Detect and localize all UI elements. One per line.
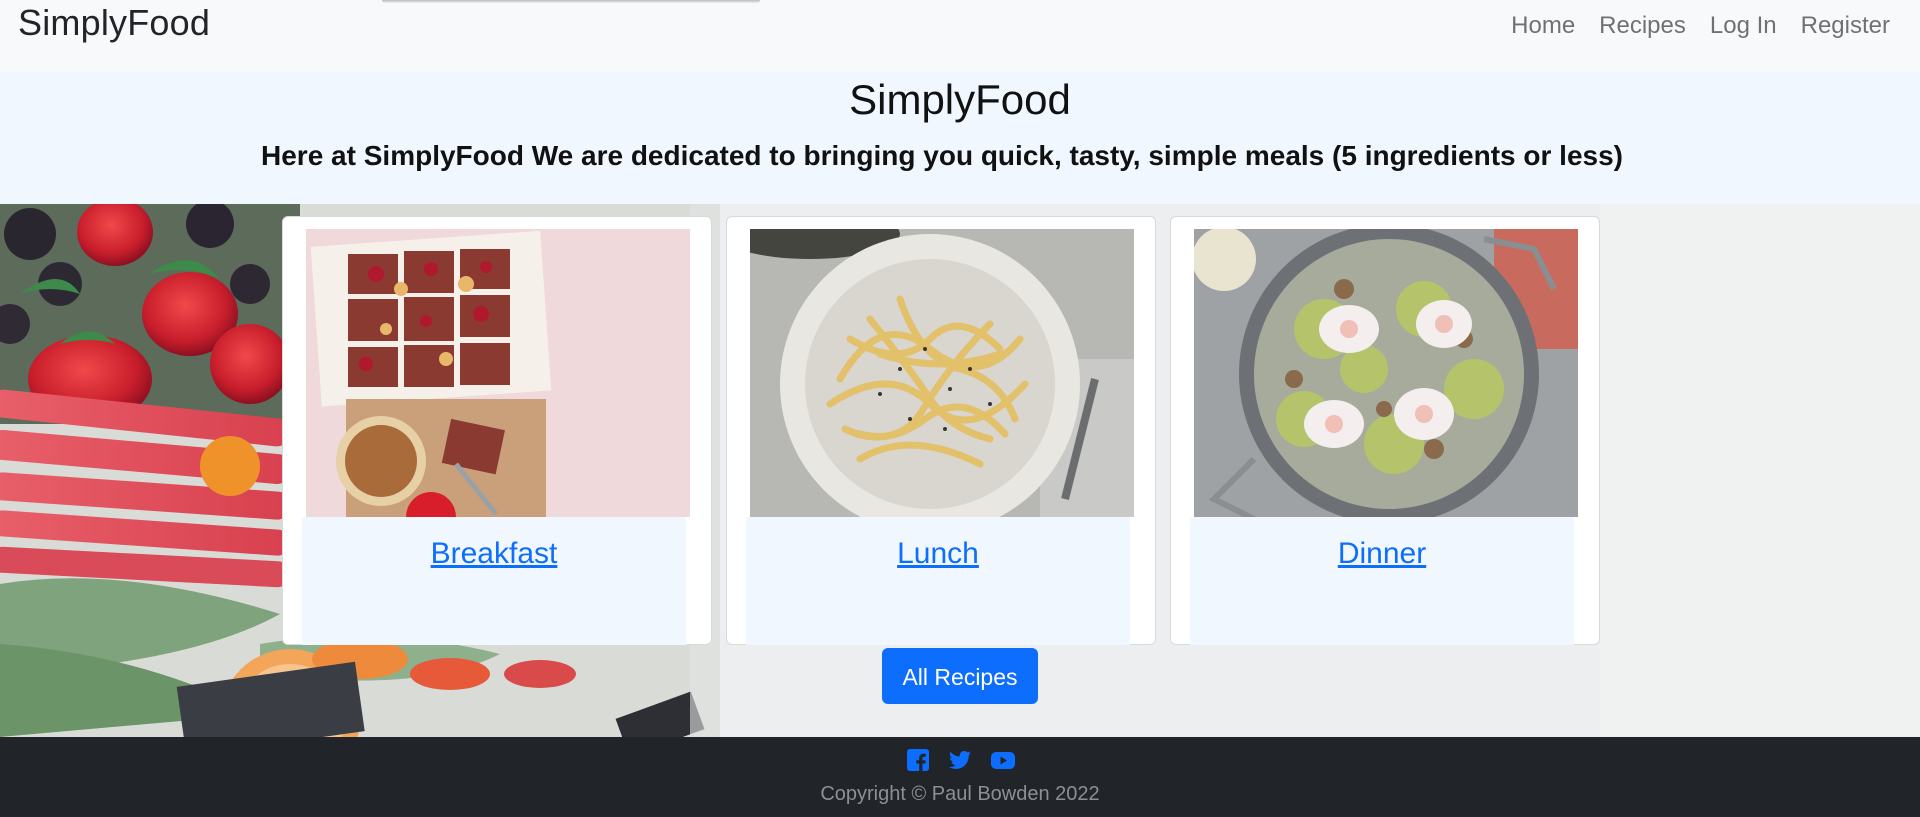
facebook-icon[interactable] <box>906 748 930 772</box>
tagline: Here at SimplyFood We are dedicated to b… <box>261 140 1623 171</box>
card-body: Lunch <box>746 517 1130 645</box>
nav-recipes-link[interactable]: Recipes <box>1599 12 1686 40</box>
copyright-text: Copyright © Paul Bowden 2022 <box>820 783 1100 805</box>
social-links <box>0 748 1920 772</box>
nav-links: Home Recipes Log In Register <box>1487 12 1890 40</box>
footer: Copyright © Paul Bowden 2022 <box>0 737 1920 817</box>
dinner-link[interactable]: Dinner <box>1338 537 1426 571</box>
navbar: SimplyFood Home Recipes Log In Register <box>0 0 1920 72</box>
hero-section: SimplyFood Here at SimplyFood We are ded… <box>0 72 1920 204</box>
card-breakfast: Breakfast <box>282 216 712 645</box>
spaghetti-bowl-image[interactable] <box>750 229 1134 517</box>
page-title: SimplyFood <box>849 76 1071 123</box>
youtube-icon[interactable] <box>990 748 1015 772</box>
twitter-icon[interactable] <box>948 748 972 772</box>
breakfast-bars-image[interactable] <box>306 229 690 517</box>
nav-register-link[interactable]: Register <box>1801 12 1890 40</box>
lunch-link[interactable]: Lunch <box>897 537 979 571</box>
brand-link[interactable]: SimplyFood <box>18 2 210 44</box>
card-body: Dinner <box>1190 517 1574 645</box>
nav-home-link[interactable]: Home <box>1511 12 1575 40</box>
breakfast-link[interactable]: Breakfast <box>431 537 558 571</box>
nav-login-link[interactable]: Log In <box>1710 12 1777 40</box>
all-recipes-button[interactable]: All Recipes <box>882 648 1038 704</box>
top-shadow-decoration <box>382 0 760 3</box>
recipes-section: Breakfast Lunch Dinner All Recipes <box>0 204 1920 737</box>
egg-skillet-image[interactable] <box>1194 229 1578 517</box>
card-dinner: Dinner <box>1170 216 1600 645</box>
card-body: Breakfast <box>302 517 686 645</box>
card-lunch: Lunch <box>726 216 1156 645</box>
